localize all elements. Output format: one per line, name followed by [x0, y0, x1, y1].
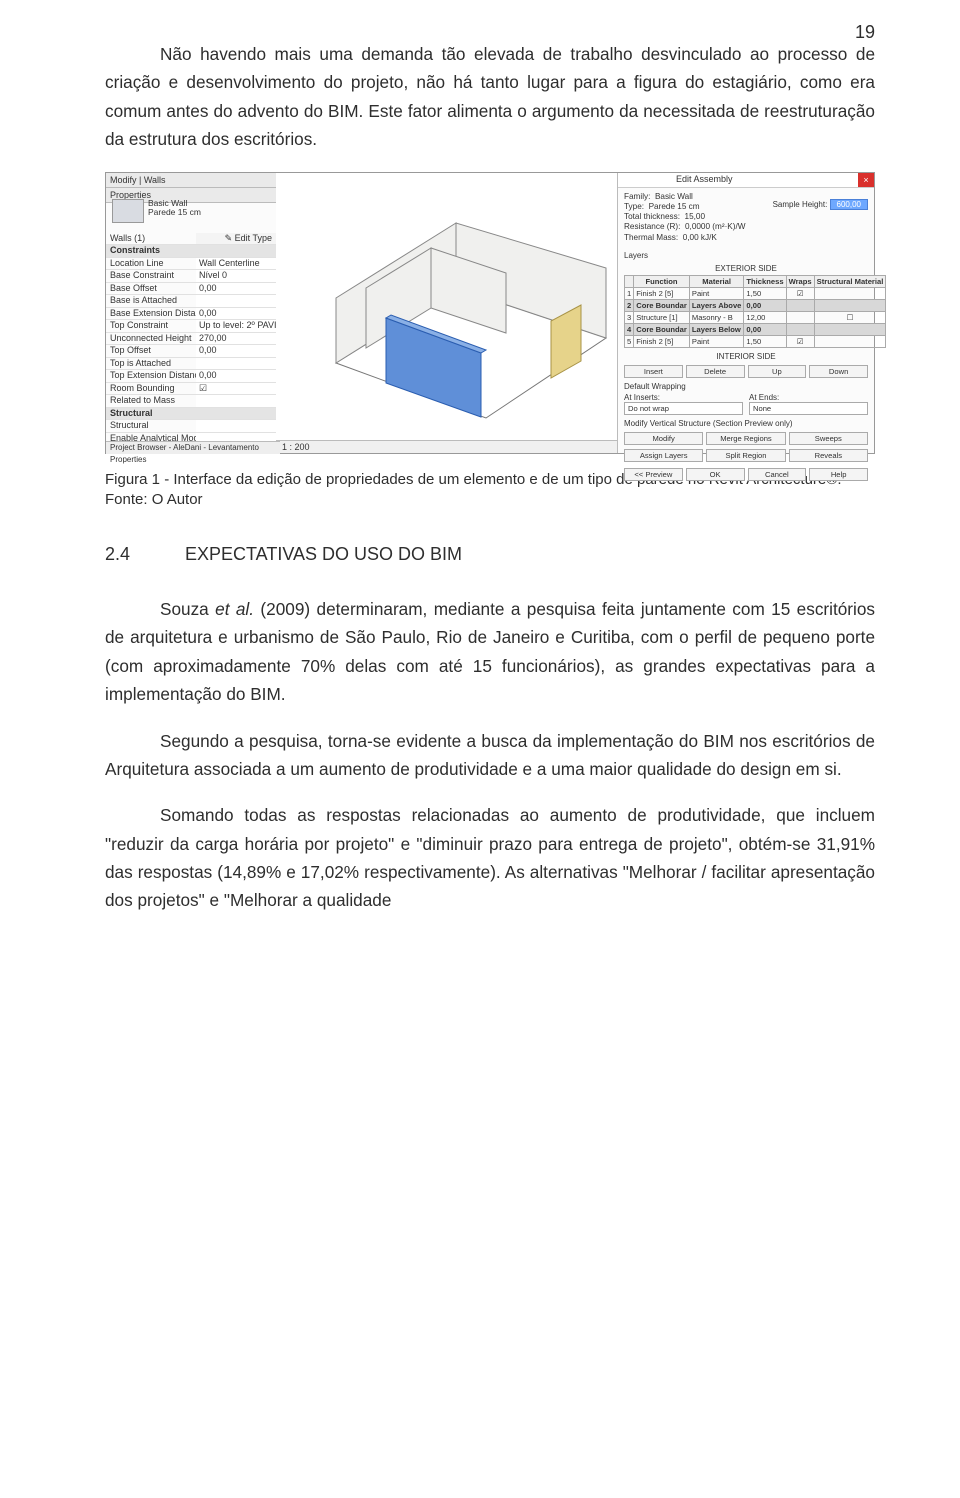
reveals-button[interactable]: Reveals — [789, 449, 868, 462]
at-ends-select[interactable]: None — [749, 402, 868, 415]
split-region-button[interactable]: Split Region — [706, 449, 785, 462]
properties-panel: Modify | Walls Properties Basic WallPare… — [106, 173, 277, 453]
assign-layers-button[interactable]: Assign Layers — [624, 449, 703, 462]
figure-1-screenshot: Modify | Walls Properties Basic WallPare… — [105, 172, 875, 454]
section-heading-2-4: 2.4EXPECTATIVAS DO USO DO BIM — [105, 544, 875, 565]
up-button[interactable]: Up — [748, 365, 807, 378]
edit-type-button[interactable]: ✎ Edit Type — [196, 233, 276, 245]
type-thumbnail — [112, 199, 144, 223]
layers-table[interactable]: FunctionMaterialThicknessWrapsStructural… — [624, 275, 886, 348]
merge-regions-button[interactable]: Merge Regions — [706, 432, 785, 445]
assembly-meta: Family: Basic Wall Type: Parede 15 cm To… — [618, 188, 874, 245]
preview-button[interactable]: << Preview — [624, 468, 683, 481]
paragraph-2: Souza et al. (2009) determinaram, median… — [105, 595, 875, 709]
paragraph-1: Não havendo mais uma demanda tão elevada… — [105, 40, 875, 154]
paragraph-4: Somando todas as respostas relacionadas … — [105, 801, 875, 915]
ok-button[interactable]: OK — [686, 468, 745, 481]
delete-button[interactable]: Delete — [686, 365, 745, 378]
close-icon[interactable]: × — [858, 173, 874, 187]
insert-button[interactable]: Insert — [624, 365, 683, 378]
cancel-button[interactable]: Cancel — [748, 468, 807, 481]
help-button[interactable]: Help — [809, 468, 868, 481]
edit-assembly-dialog: Edit Assembly × Family: Basic Wall Type:… — [617, 173, 874, 453]
down-button[interactable]: Down — [809, 365, 868, 378]
sample-height[interactable]: Sample Height: 600,00 — [773, 199, 868, 210]
dialog-title: Edit Assembly — [676, 174, 733, 184]
3d-model-view[interactable]: 1 : 200 — [276, 173, 636, 453]
type-name: Basic WallParede 15 cm — [148, 199, 201, 219]
paragraph-3: Segundo a pesquisa, torna-se evidente a … — [105, 727, 875, 784]
property-rows: Walls (1)✎ Edit Type Constraints Locatio… — [106, 233, 276, 441]
view-scale: 1 : 200 — [276, 440, 636, 453]
sweeps-button[interactable]: Sweeps — [789, 432, 868, 445]
at-inserts-select[interactable]: Do not wrap — [624, 402, 743, 415]
project-browser-bar: Project Browser - AleDani - Levantamento… — [106, 441, 280, 454]
page-number: 19 — [855, 22, 875, 43]
modify-button[interactable]: Modify — [624, 432, 703, 445]
tab-modify-walls[interactable]: Modify | Walls — [106, 173, 276, 188]
